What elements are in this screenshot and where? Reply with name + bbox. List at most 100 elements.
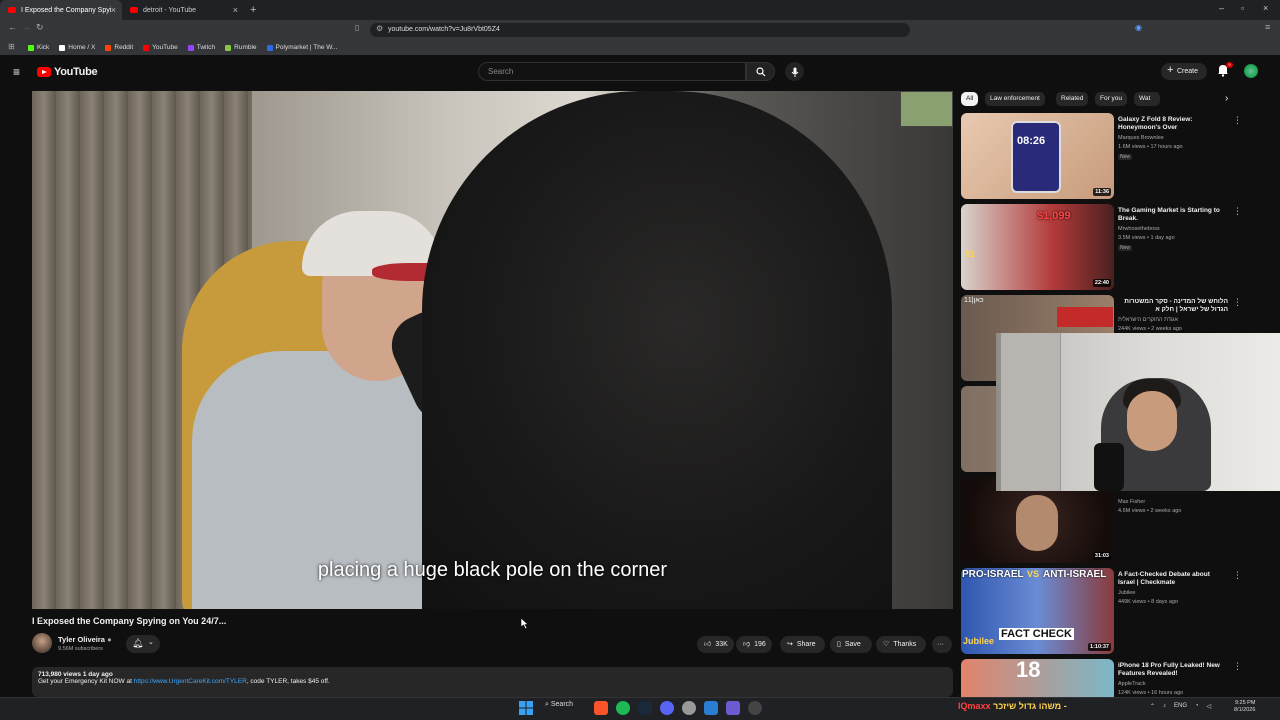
channel-name[interactable]: Tyler Oliveira ● xyxy=(58,635,112,644)
chip-watched[interactable]: Wat xyxy=(1134,92,1160,106)
hamburger-menu-icon[interactable]: ≡ xyxy=(13,65,20,79)
tab-video[interactable]: I Exposed the Company Spyi × xyxy=(0,0,122,20)
duration-badge: 11:36 xyxy=(1093,188,1111,196)
window-close-icon[interactable]: × xyxy=(1263,3,1268,13)
bookmark-reddit[interactable]: Reddit xyxy=(105,44,133,51)
more-vert-icon[interactable]: ⋮ xyxy=(1233,570,1242,581)
back-icon[interactable]: ← xyxy=(8,22,17,32)
views-date: 713,980 views 1 day ago xyxy=(38,671,113,678)
obs-icon[interactable] xyxy=(682,701,696,715)
chip-all[interactable]: All xyxy=(961,92,979,106)
close-tab-icon[interactable]: × xyxy=(111,5,116,15)
recommendation-item[interactable]: PRO-ISRAEL VS ANTI-ISRAEL FACT CHECK Jub… xyxy=(961,568,1271,654)
save-button[interactable]: ▯ Save xyxy=(830,636,872,653)
minimize-icon[interactable]: – xyxy=(1219,3,1224,13)
pro-israel-label: PRO-ISRAEL xyxy=(962,569,1024,580)
bookmark-page-icon[interactable]: ▯ xyxy=(355,23,359,32)
steam-icon[interactable] xyxy=(638,701,652,715)
thanks-icon: ♡ xyxy=(883,641,890,648)
kick-icon xyxy=(28,44,34,51)
microphone-tray-icon[interactable]: ♪ xyxy=(1163,703,1166,710)
taskbar-clock[interactable]: 9:25 PM 8/1/2026 xyxy=(1234,700,1255,714)
app-icon[interactable] xyxy=(726,701,740,715)
description-text: Get your Emergency Kit NOW at https://ww… xyxy=(38,678,947,685)
youtube-play-icon xyxy=(37,67,51,77)
chip-for-you[interactable]: For you xyxy=(1095,92,1128,106)
webcam-overlay xyxy=(996,333,1280,491)
new-tab-icon[interactable]: + xyxy=(250,4,256,16)
red-banner xyxy=(1057,307,1113,327)
chip-law-enforcement[interactable]: Law enforcement xyxy=(985,92,1045,106)
close-tab-icon[interactable]: × xyxy=(233,5,238,15)
price-alt-label: $1 xyxy=(965,249,976,259)
bookmark-twitch[interactable]: Twitch xyxy=(187,44,216,51)
recommendation-item[interactable]: $1,099 $1 22:40 The Gaming Market is Sta… xyxy=(961,204,1271,290)
more-vert-icon[interactable]: ⋮ xyxy=(1233,297,1242,308)
chip-related[interactable]: Related xyxy=(1056,92,1089,106)
rec-channel: Mrwhosetheboss xyxy=(1118,226,1160,232)
recommendation-item[interactable]: 08:26 11:36 Galaxy Z Fold 8 Review: Hone… xyxy=(961,113,1271,199)
tab-detroit[interactable]: detroit - YouTube × xyxy=(122,0,244,20)
forward-icon[interactable]: → xyxy=(22,22,31,32)
more-vert-icon[interactable]: ⋮ xyxy=(1233,206,1242,217)
maximize-icon[interactable]: ▫ xyxy=(1241,3,1244,13)
rec-thumbnail: 08:26 11:36 xyxy=(961,113,1114,199)
search-button[interactable] xyxy=(746,62,775,81)
search-input[interactable]: Search xyxy=(478,62,746,81)
more-actions-button[interactable]: ··· xyxy=(932,636,952,653)
rec-meta: 449K views • 8 days ago xyxy=(1118,599,1179,605)
share-button[interactable]: ↪ Share xyxy=(780,636,825,653)
bookmark-label: Reddit xyxy=(114,44,134,51)
bookmark-label: Twitch xyxy=(196,44,216,51)
volume-icon[interactable]: ◁ xyxy=(1207,703,1212,710)
rec-channel: Jubilee xyxy=(1118,590,1136,596)
description-box[interactable]: 713,980 views 1 day ago Get your Emergen… xyxy=(32,667,953,697)
search-icon xyxy=(755,66,765,76)
bookmark-polymarket[interactable]: Polymarket | The W... xyxy=(266,44,337,51)
dislike-button[interactable]: 👎︎ 196 xyxy=(736,636,772,653)
video-player[interactable]: placing a huge black pole on the corner xyxy=(32,91,953,609)
new-badge: New xyxy=(1118,245,1133,251)
tab-label: detroit - YouTube xyxy=(143,6,197,14)
tray-chevron-up-icon[interactable]: ⌃ xyxy=(1150,703,1155,710)
url-field[interactable]: youtube.com/watch?v=Ju8rVbt05Z4 xyxy=(370,23,910,37)
site-info-icon[interactable]: ⚙ xyxy=(376,24,383,33)
reload-icon[interactable]: ↻ xyxy=(36,22,44,33)
bookmark-x[interactable]: Home / X xyxy=(59,44,95,51)
bookmark-rumble[interactable]: Rumble xyxy=(225,44,257,51)
voice-search-button[interactable] xyxy=(785,62,804,81)
account-avatar[interactable] xyxy=(1244,64,1258,78)
channel-avatar[interactable] xyxy=(32,633,52,653)
extensions-icon[interactable]: ◉ xyxy=(1135,23,1142,32)
ticker-text: משהו גדול שיזכר - xyxy=(993,701,1067,711)
iphone-number: 18 xyxy=(1016,659,1041,682)
apps-grid-icon[interactable]: ⊞ xyxy=(8,42,15,51)
more-vert-icon[interactable]: ⋮ xyxy=(1233,661,1242,672)
discord-icon[interactable] xyxy=(660,701,674,715)
windows-start-icon[interactable] xyxy=(519,701,533,715)
thanks-button[interactable]: ♡ Thanks xyxy=(876,636,926,653)
youtube-logo[interactable]: YouTube xyxy=(37,66,98,78)
recommendation-item[interactable]: 18 iPhone 18 Pro Fully Leaked! New Featu… xyxy=(961,659,1271,697)
chevron-right-icon[interactable]: › xyxy=(1225,93,1228,104)
brave-browser-icon[interactable] xyxy=(594,701,608,715)
chevron-down-icon: ⌄ xyxy=(148,639,154,646)
create-button[interactable]: Create xyxy=(1161,62,1207,80)
settings-gear-icon[interactable] xyxy=(748,701,762,715)
spotify-icon[interactable] xyxy=(616,701,630,715)
browser-menu-icon[interactable]: ≡ xyxy=(1265,22,1270,32)
like-button[interactable]: 👍︎ 33K xyxy=(697,636,734,653)
polymarket-icon xyxy=(266,44,273,51)
more-vert-icon[interactable]: ⋮ xyxy=(1233,115,1242,126)
wifi-icon[interactable]: ◔ xyxy=(1195,703,1199,710)
file-explorer-icon[interactable] xyxy=(704,701,718,715)
bookmark-kick[interactable]: Kick xyxy=(28,44,49,51)
description-link[interactable]: https://www.UrgentCareKit.com/TYLER xyxy=(134,678,247,685)
language-indicator[interactable]: ENG xyxy=(1174,703,1187,710)
thumbs-up-icon: 👍︎ xyxy=(704,641,712,648)
taskbar-search[interactable]: ⌕ Search xyxy=(545,701,573,709)
subscription-bell-button[interactable]: 🔔︎ ⌄ xyxy=(126,635,160,653)
bookmark-youtube[interactable]: YouTube xyxy=(143,44,178,51)
ticker-brand: IQmaxx xyxy=(958,701,991,711)
twitch-icon xyxy=(187,44,194,51)
